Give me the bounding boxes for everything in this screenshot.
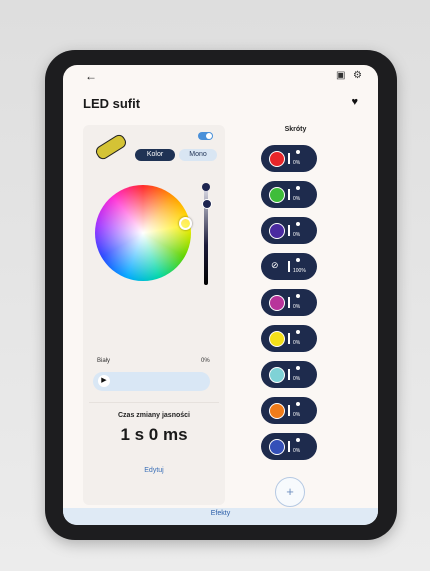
bottom-bar[interactable]: Efekty xyxy=(63,508,378,525)
shortcut-value: 0% xyxy=(293,160,301,166)
shortcuts-title: Skróty xyxy=(284,126,307,133)
brightness-icon xyxy=(296,186,300,190)
color-swatch xyxy=(269,439,285,455)
shortcut-chip[interactable]: 0% xyxy=(261,217,317,244)
separator xyxy=(288,189,290,200)
shortcut-chip[interactable]: 0% xyxy=(261,361,317,388)
off-icon: ⊘ xyxy=(271,260,279,270)
color-swatch xyxy=(269,151,285,167)
transition-time-label: Czas zmiany jasności xyxy=(118,412,190,419)
separator xyxy=(288,297,290,308)
brightness-icon xyxy=(296,258,300,262)
separator xyxy=(288,441,290,452)
shortcut-value: 0% xyxy=(293,376,301,382)
page-title: LED sufit xyxy=(83,96,141,111)
mode-mono-button[interactable]: Mono xyxy=(179,149,217,161)
back-arrow-icon[interactable]: ← xyxy=(85,69,97,83)
shortcut-chip[interactable]: 0% xyxy=(261,181,317,208)
brightness-icon xyxy=(296,150,300,154)
brightness-icon xyxy=(296,330,300,334)
play-icon[interactable]: ▶ xyxy=(98,375,110,387)
color-swatch xyxy=(269,367,285,383)
color-swatch xyxy=(269,187,285,203)
app-screen: ← ▣ ⚙ LED sufit ♥ Kolor Mono Biały 0% ▶ … xyxy=(63,65,378,525)
brightness-icon xyxy=(296,438,300,442)
white-value: 0% xyxy=(201,358,210,364)
separator xyxy=(288,261,290,272)
shortcut-value: 100% xyxy=(293,268,306,274)
heart-icon[interactable]: ♥ xyxy=(351,96,358,108)
color-swatch xyxy=(269,223,285,239)
brightness-icon xyxy=(296,294,300,298)
brightness-icon xyxy=(296,366,300,370)
settings-icon[interactable]: ⚙ xyxy=(353,70,362,81)
brightness-handle[interactable] xyxy=(202,199,212,209)
image-icon[interactable]: ▣ xyxy=(336,70,345,81)
effects-tab[interactable]: Efekty xyxy=(63,510,378,517)
shortcut-chip[interactable]: 0% xyxy=(261,433,317,460)
brightness-icon xyxy=(296,402,300,406)
separator xyxy=(288,225,290,236)
divider xyxy=(89,402,219,403)
shortcut-chip[interactable]: 0% xyxy=(261,289,317,316)
separator xyxy=(288,405,290,416)
edit-button[interactable]: Edytuj xyxy=(83,467,225,474)
shortcut-value: 0% xyxy=(293,412,301,418)
shortcut-chip[interactable]: 0% xyxy=(261,145,317,172)
color-swatch xyxy=(269,331,285,347)
shortcut-chip[interactable]: ⊘ 100% xyxy=(261,253,317,280)
white-slider[interactable]: ▶ xyxy=(93,372,210,391)
shortcut-chip[interactable]: 0% xyxy=(261,397,317,424)
power-toggle[interactable] xyxy=(198,132,213,140)
transition-time-value: 1 s 0 ms xyxy=(120,425,188,444)
color-control-panel: Kolor Mono Biały 0% ▶ Czas zmiany jasnoś… xyxy=(83,125,225,505)
shortcut-value: 0% xyxy=(293,340,301,346)
brightness-max-marker xyxy=(202,183,210,191)
shortcut-value: 0% xyxy=(293,304,301,310)
color-wheel[interactable] xyxy=(95,185,191,281)
led-strip-icon xyxy=(93,132,129,162)
shortcut-value: 0% xyxy=(293,448,301,454)
shortcut-value: 0% xyxy=(293,196,301,202)
add-shortcut-button[interactable]: + xyxy=(275,477,305,507)
color-swatch xyxy=(269,295,285,311)
separator xyxy=(288,369,290,380)
color-wheel-handle[interactable] xyxy=(179,217,192,230)
top-bar: ← ▣ ⚙ LED sufit ♥ xyxy=(63,65,378,115)
white-label: Biały xyxy=(97,358,111,364)
shortcut-chip[interactable]: 0% xyxy=(261,325,317,352)
separator xyxy=(288,333,290,344)
brightness-icon xyxy=(296,222,300,226)
shortcut-value: 0% xyxy=(293,232,301,238)
mode-color-button[interactable]: Kolor xyxy=(135,149,175,161)
color-swatch xyxy=(269,403,285,419)
separator xyxy=(288,153,290,164)
